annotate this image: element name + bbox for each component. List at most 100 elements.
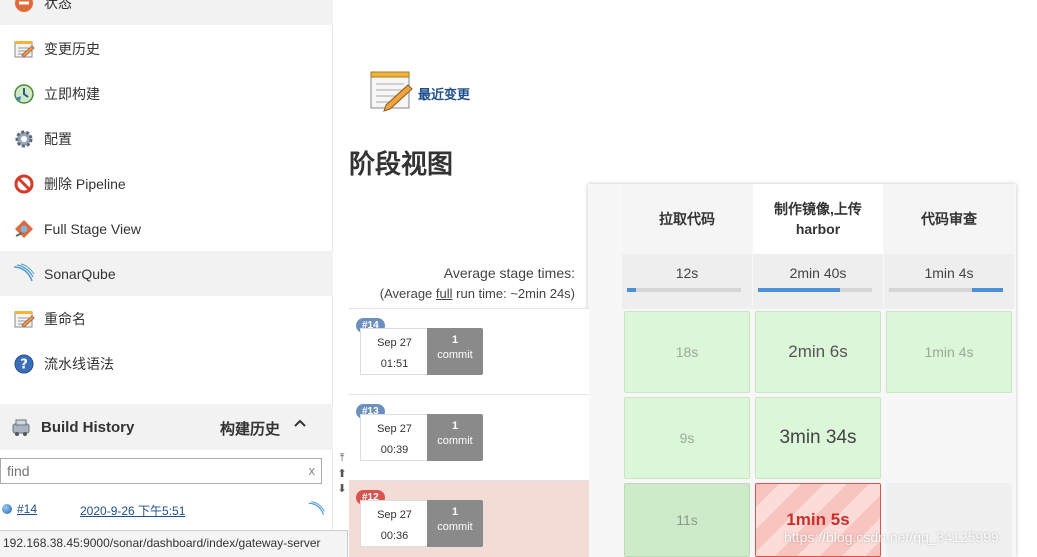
stage-cell-success[interactable]: 11s bbox=[624, 483, 750, 557]
build-day: Sep 27 bbox=[377, 509, 412, 521]
avg-full-prefix: (Average bbox=[379, 286, 436, 301]
stage-average-track bbox=[627, 288, 741, 292]
notepad-icon bbox=[12, 307, 36, 331]
clear-icon[interactable]: x bbox=[309, 463, 316, 478]
stage-cell-success[interactable]: 9s bbox=[624, 397, 750, 479]
commit-label: commit bbox=[437, 521, 473, 533]
sidebar-item-rename[interactable]: 重命名 bbox=[0, 296, 333, 341]
build-status-ball-icon bbox=[2, 504, 12, 514]
commit-number: 1 bbox=[451, 506, 459, 518]
stage-duration: 1min 5s bbox=[786, 510, 850, 529]
full-link[interactable]: full bbox=[436, 286, 453, 301]
stage-cell-success[interactable]: 1min 4s bbox=[886, 311, 1012, 393]
page-title: 阶段视图 bbox=[349, 149, 454, 179]
build-date: Sep 27 00:39 bbox=[360, 414, 428, 461]
build-number-link[interactable]: #14 bbox=[17, 502, 37, 516]
no-entry-icon bbox=[12, 172, 36, 196]
stage-cell-empty bbox=[886, 397, 1012, 479]
sidebar-item-label: 变更历史 bbox=[44, 40, 100, 57]
sidebar-item-build-now[interactable]: 立即构建 bbox=[0, 71, 333, 116]
stage-cell-success[interactable]: 3min 34s bbox=[755, 397, 881, 479]
stage-header-code-review: 代码审查 bbox=[884, 184, 1014, 254]
stage-name: 拉取代码 bbox=[659, 211, 715, 227]
sidebar-item-label: 流水线语法 bbox=[44, 355, 114, 372]
stage-average: 2min 40s bbox=[753, 254, 883, 309]
scroll-top-icon[interactable]: ⤒ bbox=[340, 452, 345, 465]
stage-duration: 2min 6s bbox=[788, 342, 848, 361]
stage-name: 制作镜像,上传 harbor bbox=[774, 199, 862, 239]
sidebar-item-pipeline-syntax[interactable]: ? 流水线语法 bbox=[0, 341, 333, 386]
average-full-run-time: (Average full run time: ~2min 24s) bbox=[360, 286, 575, 301]
sidebar-item-label: 状态 bbox=[44, 0, 72, 11]
sidebar-item-status[interactable]: 状态 bbox=[0, 0, 333, 25]
build-history-title: Build History bbox=[41, 418, 135, 436]
gear-icon bbox=[12, 127, 36, 151]
sidebar-item-label: 删除 Pipeline bbox=[44, 175, 126, 192]
stage-average-value: 2min 40s bbox=[789, 265, 847, 281]
stage-name: 代码审查 bbox=[921, 211, 977, 227]
stage-duration: 1min 4s bbox=[924, 344, 974, 360]
commit-count[interactable]: 1 commit bbox=[427, 500, 483, 547]
stage-cell-success[interactable]: 18s bbox=[624, 311, 750, 393]
build-row-14[interactable]: #14 Sep 27 01:51 1 commit bbox=[349, 308, 589, 395]
build-history-header[interactable]: Build History 构建历史 bbox=[0, 404, 333, 450]
watermark: https://blog.csdn.net/qq_34125999 bbox=[784, 529, 999, 545]
sidebar-item-delete-pipeline[interactable]: 删除 Pipeline bbox=[0, 161, 333, 206]
sidebar-item-full-stage-view[interactable]: Full Stage View bbox=[0, 206, 333, 251]
sidebar-item-label: 重命名 bbox=[44, 310, 86, 327]
notepad-icon bbox=[368, 68, 414, 112]
sonarqube-icon bbox=[12, 262, 36, 286]
sidebar-item-configure[interactable]: 配置 bbox=[0, 116, 333, 161]
sidebar-item-sonarqube[interactable]: SonarQube bbox=[0, 251, 333, 296]
help-icon: ? bbox=[12, 352, 36, 376]
build-row-13[interactable]: #13 Sep 27 00:39 1 commit bbox=[349, 394, 589, 481]
build-time: 01:51 bbox=[380, 358, 409, 370]
history-scroll-controls: ⤒ ⬆ ⬇ bbox=[336, 452, 348, 512]
scroll-up-icon[interactable]: ⬆ bbox=[337, 467, 346, 480]
build-day: Sep 27 bbox=[377, 337, 412, 349]
build-history-row: #14 2020-9-26 下午5:51 bbox=[0, 496, 333, 522]
status-bar-url: 192.168.38.45:9000/sonar/dashboard/index… bbox=[0, 530, 348, 557]
avg-full-suffix: run time: ~2min 24s) bbox=[452, 286, 575, 301]
find-input[interactable] bbox=[1, 459, 291, 483]
commit-count[interactable]: 1 commit bbox=[427, 328, 483, 375]
build-date-link[interactable]: 2020-9-26 下午5:51 bbox=[80, 502, 185, 519]
stage-average: 1min 4s bbox=[884, 254, 1014, 309]
sonarqube-icon[interactable] bbox=[307, 500, 327, 521]
notepad-icon bbox=[12, 37, 36, 61]
stage-cell-success[interactable]: 2min 6s bbox=[755, 311, 881, 393]
stage-view-icon bbox=[12, 217, 36, 241]
stage-name-line1: 制作镜像,上传 bbox=[774, 201, 862, 217]
build-day: Sep 27 bbox=[377, 423, 412, 435]
recent-changes-link[interactable]: 最近变更 bbox=[418, 84, 470, 103]
build-history-icon bbox=[10, 416, 32, 438]
stage-header-checkout: 拉取代码 bbox=[622, 184, 752, 254]
sidebar-item-label: Full Stage View bbox=[44, 220, 142, 237]
stage-duration: 11s bbox=[676, 512, 698, 528]
sidebar-item-changes[interactable]: 变更历史 bbox=[0, 26, 333, 71]
stage-cell-failed[interactable]: 1min 5s bbox=[755, 483, 881, 557]
stage-duration: 18s bbox=[675, 344, 699, 360]
stage-header-build-image: 制作镜像,上传 harbor bbox=[753, 184, 883, 254]
stage-average-value: 1min 4s bbox=[924, 265, 974, 281]
stage-average-value: 12s bbox=[675, 265, 699, 281]
stage-duration: 3min 34s bbox=[779, 427, 857, 448]
scroll-down-icon[interactable]: ⬇ bbox=[337, 482, 346, 495]
commit-label: commit bbox=[437, 349, 473, 361]
sidebar-item-label: 配置 bbox=[44, 130, 72, 147]
stage-average-progress bbox=[758, 288, 840, 292]
collapse-caret-icon[interactable] bbox=[293, 416, 307, 435]
stage-average: 12s bbox=[622, 254, 752, 309]
status-icon bbox=[12, 0, 36, 15]
build-date: Sep 27 00:36 bbox=[360, 500, 428, 547]
build-row-12[interactable]: #12 Sep 27 00:36 1 commit bbox=[349, 480, 589, 557]
build-history-title-cn: 构建历史 bbox=[219, 421, 280, 438]
commit-count[interactable]: 1 commit bbox=[427, 414, 483, 461]
sidebar-item-label: 立即构建 bbox=[44, 85, 100, 102]
find-box: x bbox=[0, 458, 322, 484]
sidebar-item-label: SonarQube bbox=[44, 265, 116, 282]
average-stage-times-label: Average stage times: bbox=[443, 265, 575, 281]
commit-label: commit bbox=[437, 435, 473, 447]
build-time: 00:39 bbox=[380, 444, 409, 456]
build-date: Sep 27 01:51 bbox=[360, 328, 428, 375]
